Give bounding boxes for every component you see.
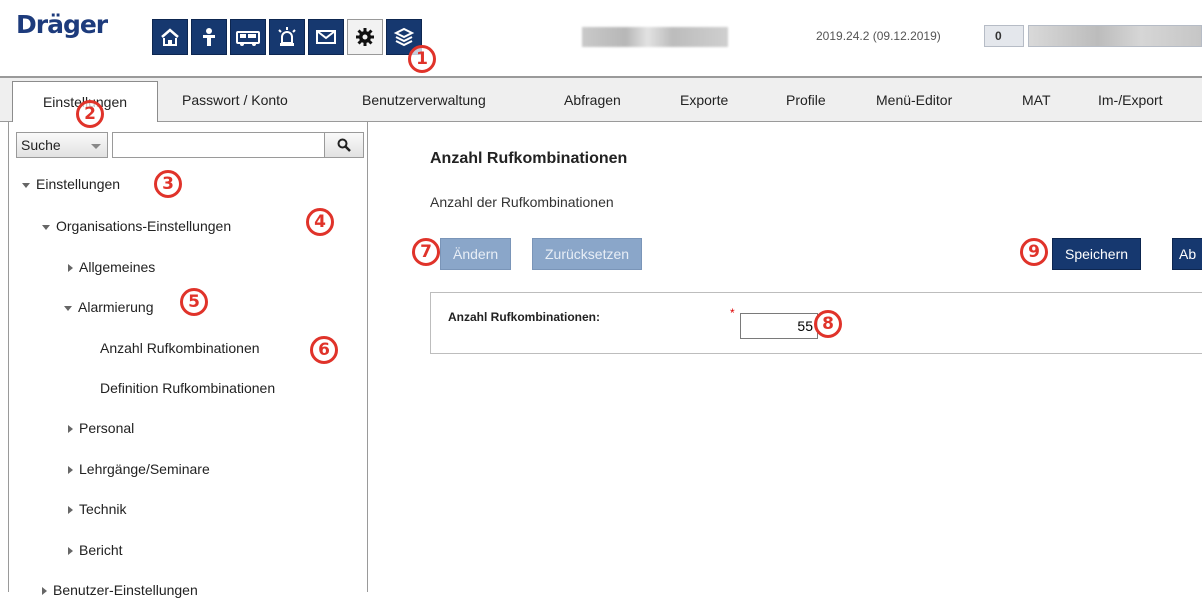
tree-item-label: Allgemeines bbox=[79, 259, 156, 275]
callout-marker: 6 bbox=[310, 336, 338, 364]
redacted-area bbox=[582, 27, 728, 47]
tree-item-definition-rufkombinationen[interactable]: Definition Rufkombinationen bbox=[100, 380, 275, 396]
mail-icon[interactable] bbox=[308, 19, 344, 55]
required-marker: * bbox=[730, 306, 735, 320]
tree-item-technik[interactable]: Technik bbox=[68, 501, 126, 517]
collapse-arrow-icon bbox=[68, 506, 73, 515]
tree-item-label: Lehrgänge/Seminare bbox=[79, 461, 210, 477]
chevron-down-icon bbox=[91, 144, 101, 149]
vehicle-icon[interactable] bbox=[230, 19, 266, 55]
tree-item-label: Benutzer-Einstellungen bbox=[53, 582, 198, 598]
tree-item-lehrgaenge-seminare[interactable]: Lehrgänge/Seminare bbox=[68, 461, 210, 477]
alarm-icon[interactable] bbox=[269, 19, 305, 55]
tree-item-label: Bericht bbox=[79, 542, 123, 558]
collapse-arrow-icon bbox=[68, 547, 73, 556]
reset-button[interactable]: Zurücksetzen bbox=[532, 238, 643, 270]
tree-item-label: Alarmierung bbox=[78, 299, 154, 315]
tab-exporte[interactable]: Exporte bbox=[680, 78, 728, 122]
tree-item-label: Organisations-Einstellungen bbox=[56, 218, 232, 234]
search-input[interactable] bbox=[112, 132, 325, 158]
settings-gear-icon[interactable] bbox=[347, 19, 383, 55]
callout-marker: 9 bbox=[1020, 238, 1048, 266]
expand-arrow-icon bbox=[22, 182, 30, 188]
person-icon[interactable] bbox=[191, 19, 227, 55]
tab-mat[interactable]: MAT bbox=[1022, 78, 1051, 122]
callout-marker: 5 bbox=[180, 288, 208, 316]
tab-bar: Einstellungen Passwort / Konto Benutzerv… bbox=[0, 76, 1202, 126]
callout-marker: 2 bbox=[76, 100, 104, 128]
expand-arrow-icon bbox=[64, 305, 72, 311]
cancel-button[interactable]: Ab bbox=[1172, 238, 1202, 270]
field-label: Anzahl Rufkombinationen: bbox=[448, 310, 600, 324]
callout-marker: 8 bbox=[814, 310, 842, 338]
tree-item-label: Definition Rufkombinationen bbox=[100, 380, 276, 396]
page-description: Anzahl der Rufkombinationen bbox=[430, 194, 614, 210]
tree-item-label: Technik bbox=[79, 501, 127, 517]
tree-item-personal[interactable]: Personal bbox=[68, 420, 134, 436]
search-icon bbox=[337, 138, 351, 152]
tab-passwort-konto[interactable]: Passwort / Konto bbox=[182, 78, 288, 122]
collapse-arrow-icon bbox=[68, 466, 73, 475]
search-type-select[interactable]: Suche bbox=[16, 132, 108, 158]
tree-item-alarmierung[interactable]: Alarmierung bbox=[64, 299, 153, 315]
tree-item-label: Personal bbox=[79, 420, 135, 436]
callout-marker: 1 bbox=[408, 45, 436, 73]
tree-item-label: Anzahl Rufkombinationen bbox=[100, 340, 260, 356]
edit-button[interactable]: Ändern bbox=[440, 238, 512, 270]
expand-arrow-icon bbox=[42, 224, 50, 230]
tab-profile[interactable]: Profile bbox=[786, 78, 826, 122]
home-icon[interactable] bbox=[152, 19, 188, 55]
anzahl-rufkombinationen-input[interactable] bbox=[740, 313, 818, 339]
search-row: Suche bbox=[16, 132, 364, 158]
top-bar: Dräger 2019.24.2 (09.12.2019) 0 bbox=[0, 0, 1202, 76]
search-button[interactable] bbox=[325, 132, 364, 158]
tree-item-bericht[interactable]: Bericht bbox=[68, 542, 123, 558]
tree-item-organisations-einstellungen[interactable]: Organisations-Einstellungen bbox=[42, 218, 231, 234]
tab-benutzerverwaltung[interactable]: Benutzerverwaltung bbox=[362, 78, 486, 122]
version-label: 2019.24.2 (09.12.2019) bbox=[816, 29, 941, 43]
tab-abfragen[interactable]: Abfragen bbox=[564, 78, 621, 122]
save-button[interactable]: Speichern bbox=[1052, 238, 1142, 270]
callout-marker: 3 bbox=[154, 170, 182, 198]
collapse-arrow-icon bbox=[68, 425, 73, 434]
tree-item-allgemeines[interactable]: Allgemeines bbox=[68, 259, 155, 275]
tree-item-anzahl-rufkombinationen[interactable]: Anzahl Rufkombinationen bbox=[100, 340, 260, 356]
draeger-logo: Dräger bbox=[16, 10, 108, 39]
redacted-user-box[interactable] bbox=[1028, 25, 1202, 47]
tree-item-benutzer-einstellungen[interactable]: Benutzer-Einstellungen bbox=[42, 582, 198, 598]
page-title: Anzahl Rufkombinationen bbox=[430, 150, 628, 167]
tree-item-einstellungen[interactable]: Einstellungen bbox=[22, 176, 120, 192]
tab-menue-editor[interactable]: Menü-Editor bbox=[876, 78, 952, 122]
tab-im-export[interactable]: Im-/Export bbox=[1098, 78, 1163, 122]
tree-item-label: Einstellungen bbox=[36, 176, 121, 192]
callout-marker: 4 bbox=[306, 208, 334, 236]
collapse-arrow-icon bbox=[68, 264, 73, 273]
search-type-label: Suche bbox=[21, 137, 61, 153]
notification-badge[interactable]: 0 bbox=[984, 25, 1024, 47]
collapse-arrow-icon bbox=[42, 587, 47, 596]
app-icon-bar bbox=[152, 19, 422, 55]
callout-marker: 7 bbox=[412, 238, 440, 266]
